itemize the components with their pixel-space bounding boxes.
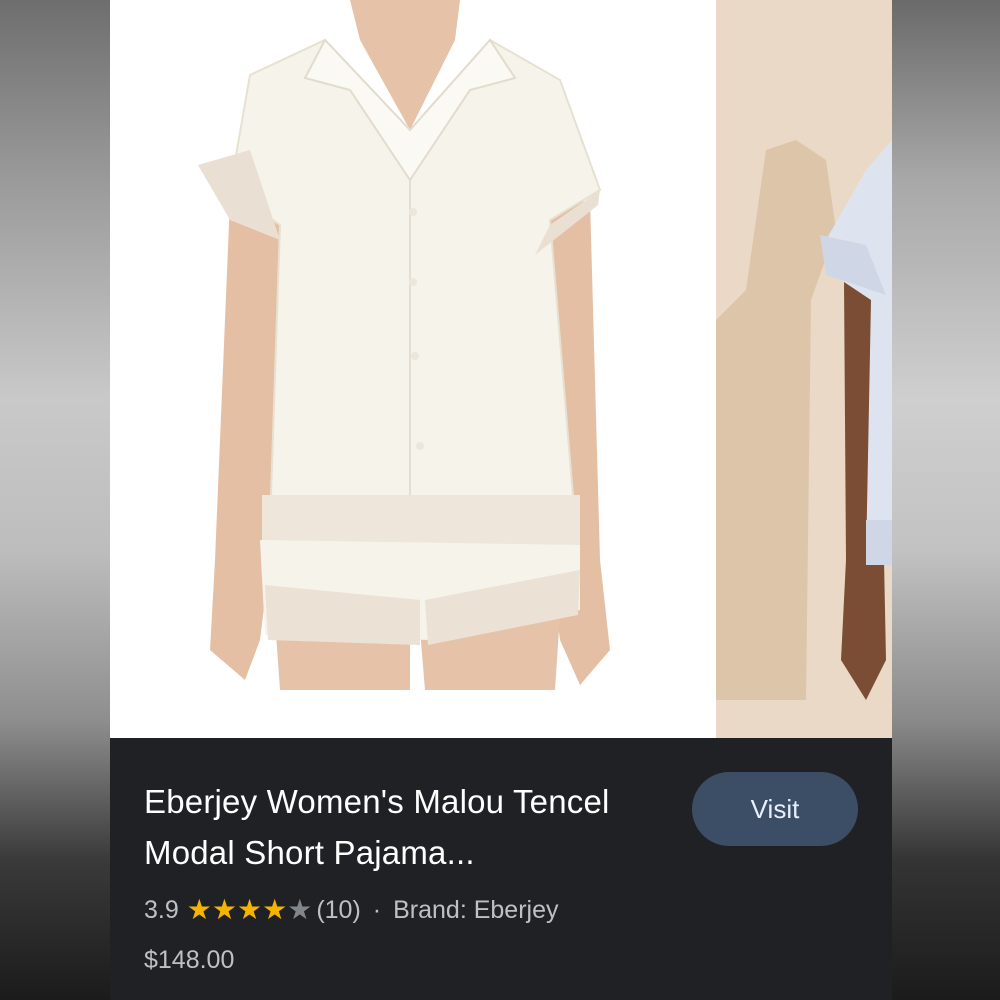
image-carousel[interactable] [110, 0, 892, 738]
product-title[interactable]: Eberjey Women's Malou Tencel Modal Short… [144, 776, 664, 878]
star-full-icon: ★ [262, 894, 288, 925]
star-full-icon: ★ [211, 894, 237, 925]
product-info-panel: Eberjey Women's Malou Tencel Modal Short… [110, 738, 892, 1000]
product-price: $148.00 [144, 946, 235, 974]
visit-button[interactable]: Visit [692, 772, 858, 846]
pajama-photo-icon [716, 140, 892, 700]
separator: · [372, 895, 382, 924]
rating-row: 3.9 ★ ★ ★ ★ ★ (10) · Brand: Eberjey [144, 893, 558, 927]
star-full-icon: ★ [236, 894, 263, 925]
rating-value: 3.9 [144, 895, 179, 924]
pajama-photo-icon [198, 0, 610, 690]
blurred-backdrop-left [0, 0, 110, 1000]
blurred-backdrop-right [892, 0, 1000, 1000]
star-full-icon: ★ [186, 894, 212, 925]
rating-stars: ★ ★ ★ ★ ★ [187, 896, 313, 924]
star-empty-icon: ★ [287, 894, 313, 925]
brand-label: Brand: Eberjey [393, 895, 559, 924]
product-image-main[interactable] [110, 0, 695, 738]
product-image-next[interactable] [716, 0, 892, 738]
review-count[interactable]: (10) [316, 896, 360, 925]
